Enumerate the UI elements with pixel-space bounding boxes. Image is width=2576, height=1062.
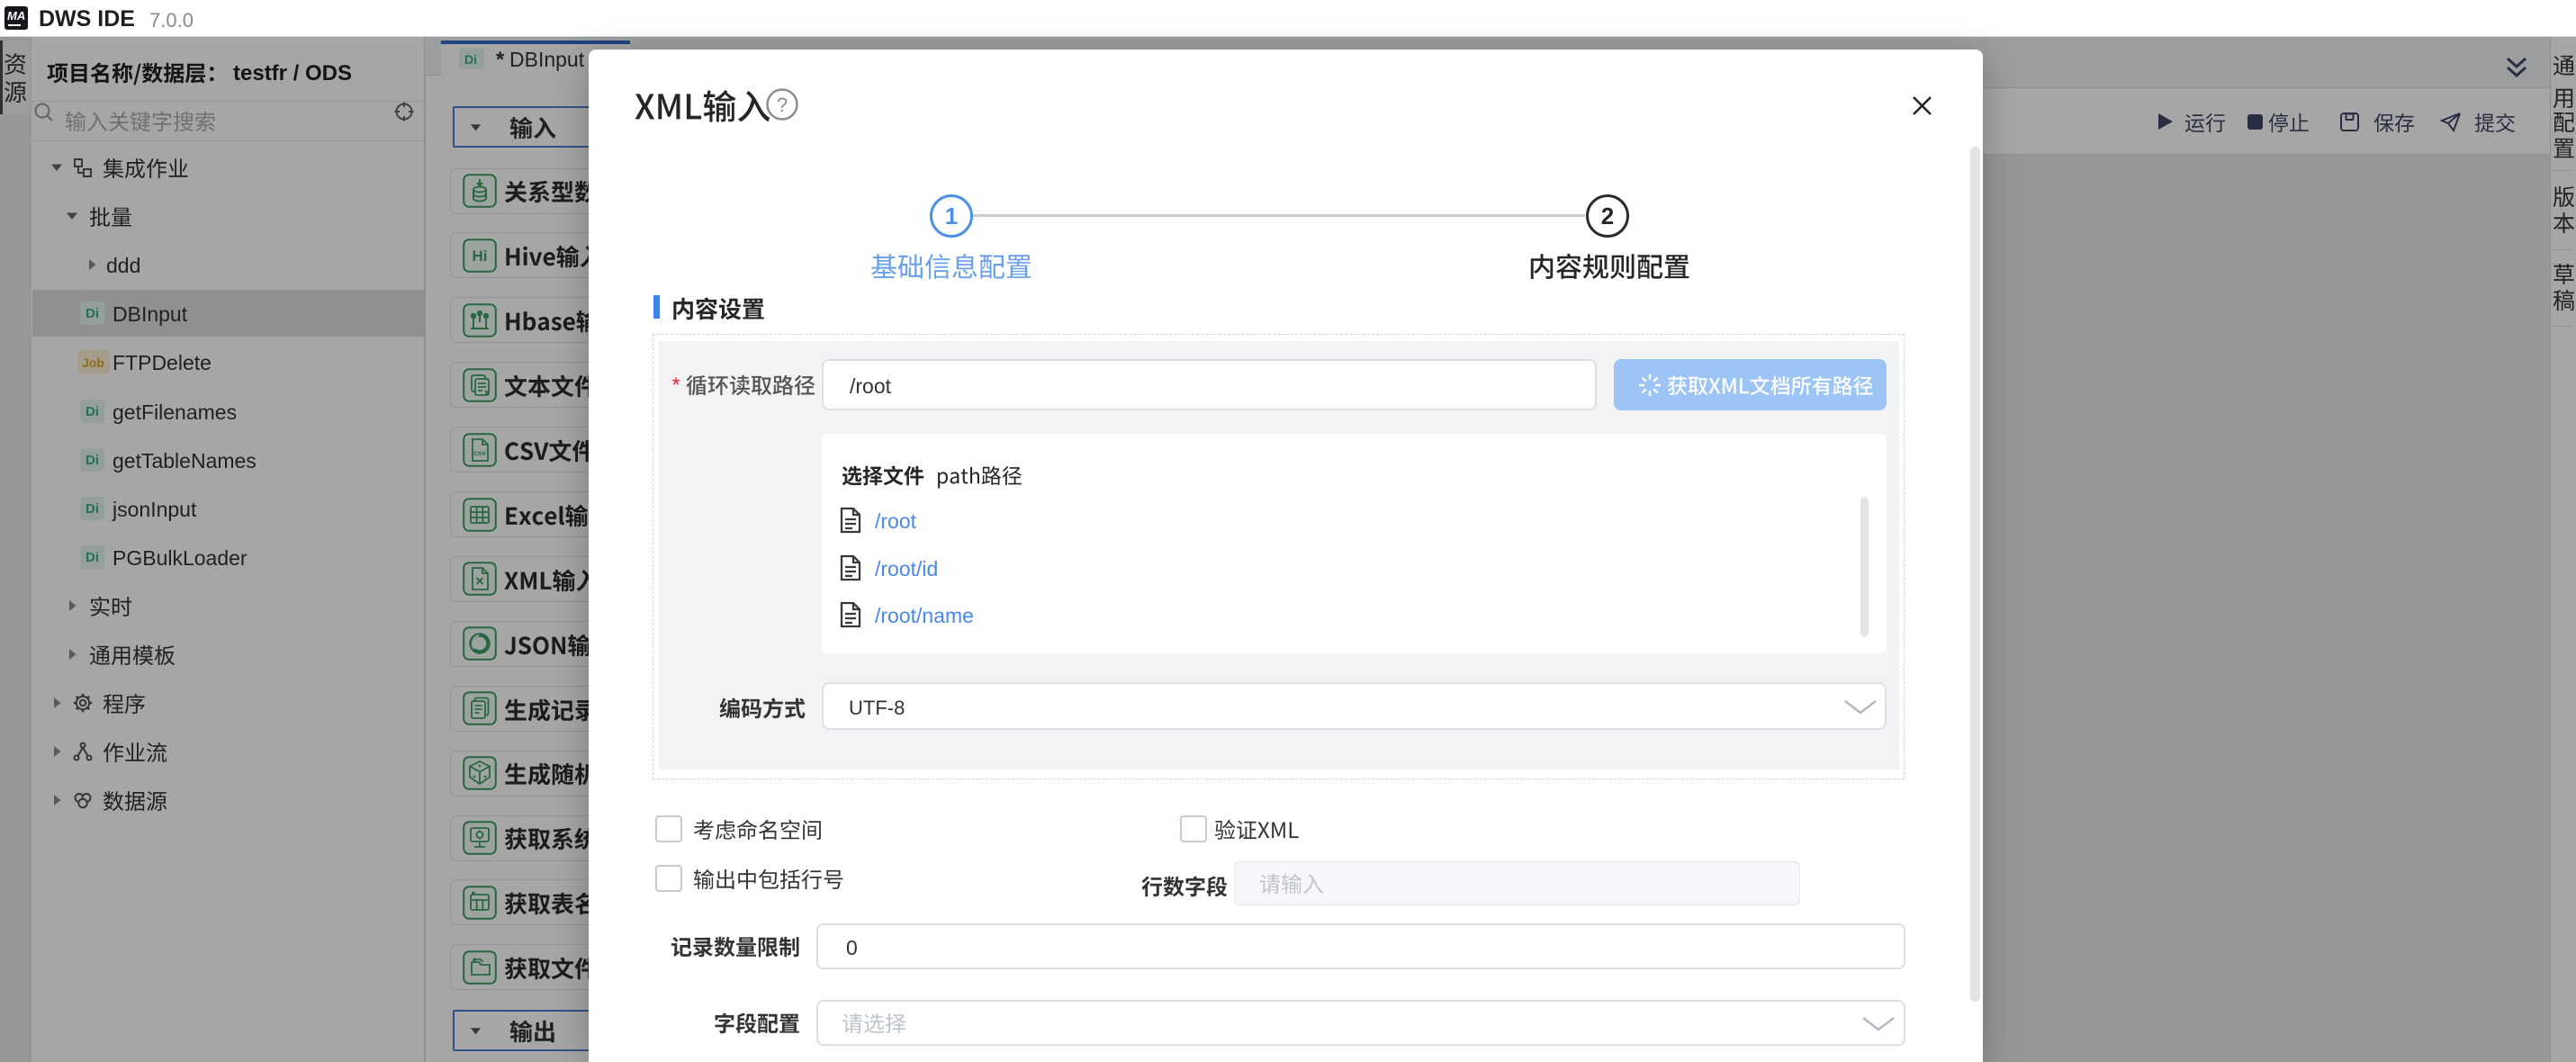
svg-text:1: 1 — [945, 202, 958, 230]
svg-text:?: ? — [777, 94, 788, 116]
svg-text:2: 2 — [1601, 202, 1614, 230]
